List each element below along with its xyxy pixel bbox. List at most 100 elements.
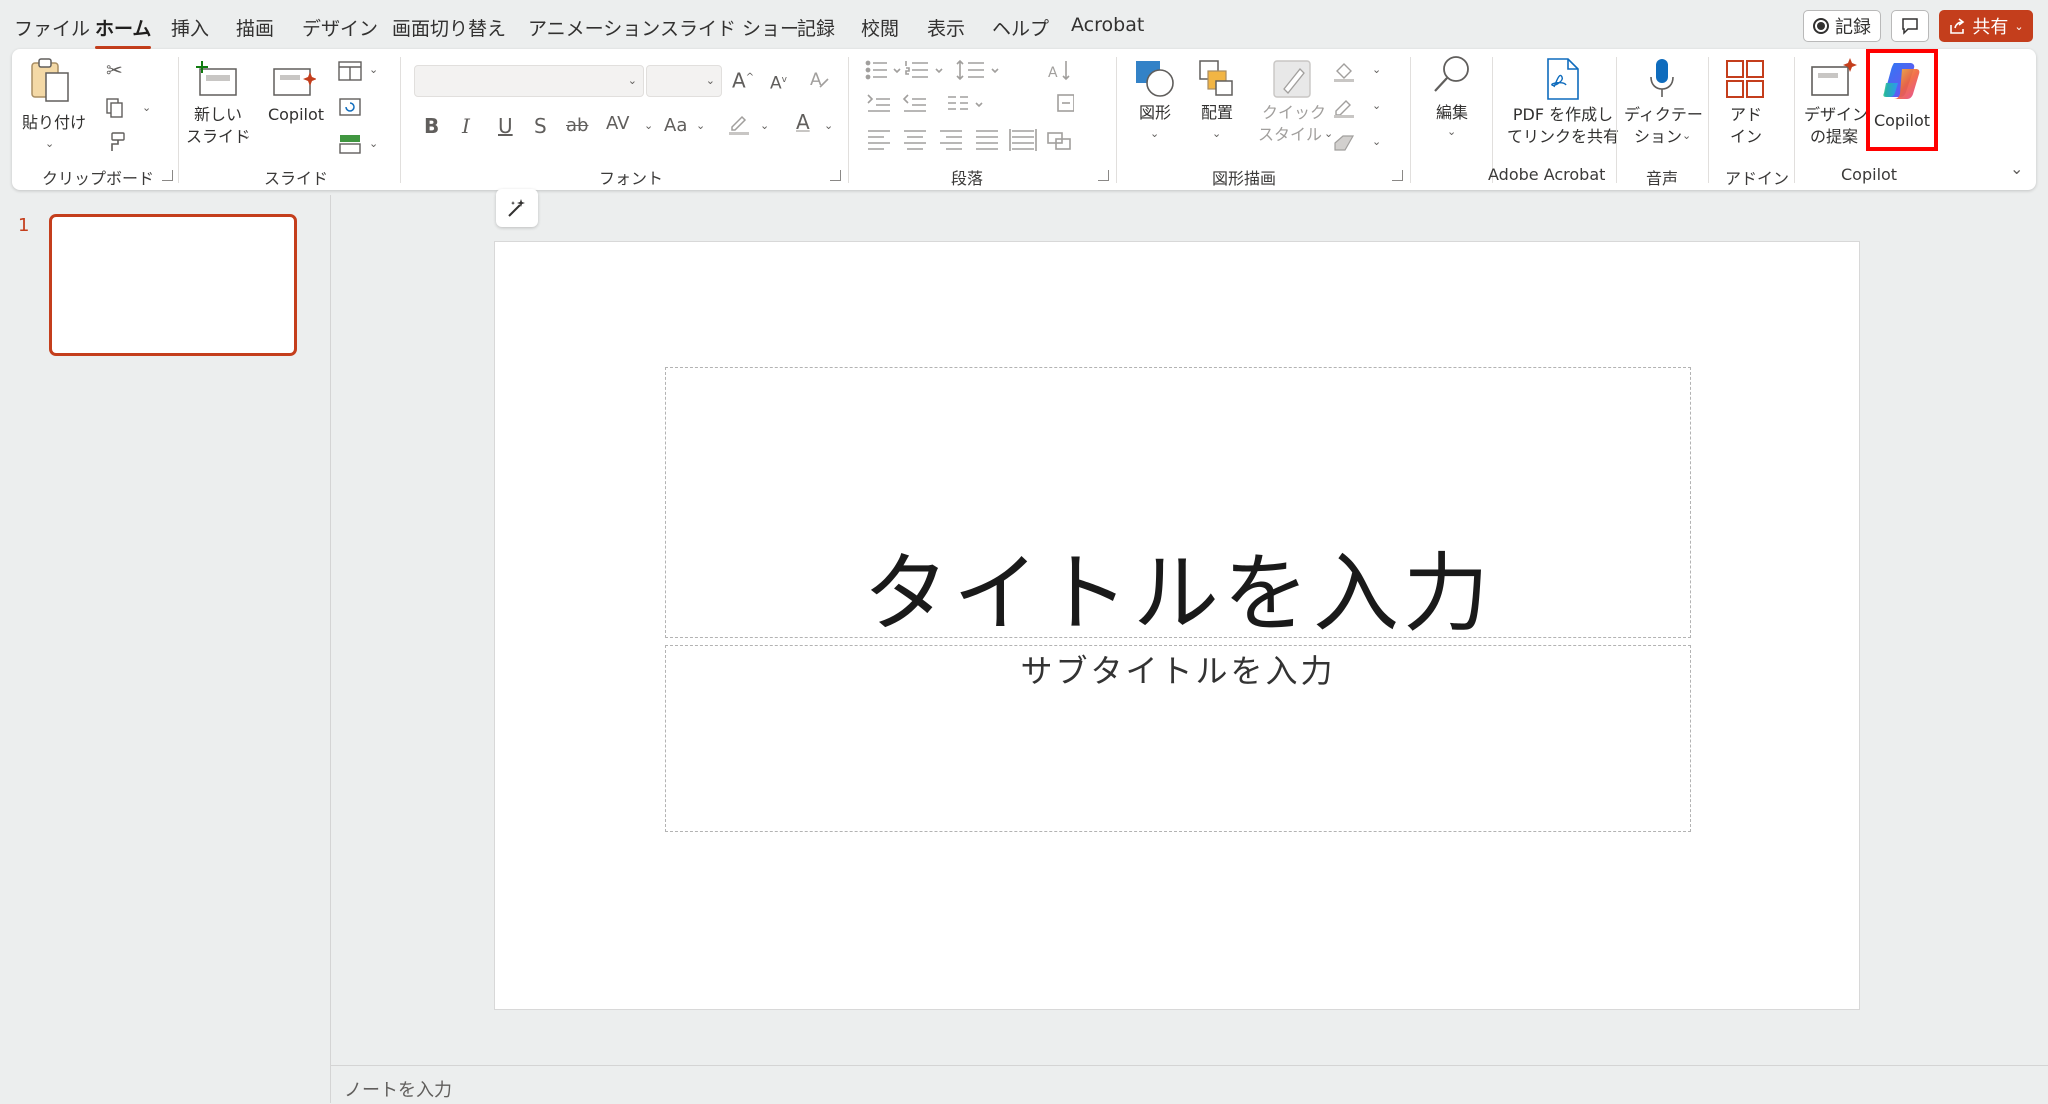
slides-group-label: スライド — [264, 169, 329, 188]
reset-slide-icon[interactable] — [338, 96, 362, 118]
chevron-down-icon: ⌄ — [242, 129, 252, 142]
chevron-down-icon: ⌄ — [45, 137, 55, 150]
addins-button[interactable]: アド イン — [1716, 57, 1776, 157]
font-grow-label: A — [732, 68, 746, 93]
arrange-button[interactable]: 配置 ⌄ — [1192, 57, 1242, 157]
slide-thumbnail[interactable] — [49, 214, 297, 356]
italic-icon[interactable]: I — [462, 115, 470, 137]
chevron-down-icon[interactable]: ⌄ — [824, 119, 833, 132]
comments-button[interactable] — [1891, 10, 1929, 42]
search-icon — [1434, 56, 1469, 92]
designer-quick-button[interactable] — [496, 189, 538, 227]
addins-label-2: イン — [1729, 127, 1762, 146]
share-button[interactable]: 共有 ⌄ — [1939, 10, 2033, 42]
paste-button[interactable]: 貼り付け ⌄ — [22, 57, 87, 157]
numbering-icon — [905, 61, 928, 78]
layout-icon[interactable] — [338, 61, 362, 81]
collapse-ribbon-icon[interactable]: ⌄ — [2010, 159, 2023, 178]
text-shadow-icon[interactable]: S — [534, 115, 547, 137]
editing-button[interactable]: 編集 ⌄ — [1422, 53, 1482, 153]
chevron-down-icon[interactable]: ⌄ — [696, 119, 705, 132]
shape-outline-icon[interactable] — [1332, 97, 1356, 119]
arrange-icon — [1199, 60, 1233, 96]
share-label: 共有 — [1972, 17, 2009, 38]
chevron-down-icon[interactable]: ⌄ — [369, 63, 378, 76]
notes-pane[interactable]: ノートを入力 — [331, 1065, 2048, 1104]
chevron-down-icon: ⌄ — [1212, 127, 1222, 140]
font-color-icon[interactable]: A — [796, 111, 810, 133]
group-divider — [848, 57, 849, 183]
clear-format-icon[interactable]: A — [808, 67, 832, 91]
chevron-down-icon[interactable]: ⌄ — [644, 119, 653, 132]
tab-help[interactable]: ヘルプ — [992, 14, 1049, 41]
chevron-down-icon[interactable]: ⌄ — [1372, 63, 1381, 76]
quick-styles-button[interactable]: クイック スタイル ⌄ — [1256, 57, 1333, 157]
create-pdf-button[interactable]: PDF を作成し てリンクを共有 — [1500, 57, 1626, 157]
tab-home[interactable]: ホーム — [95, 14, 152, 49]
group-divider — [1708, 57, 1709, 183]
paragraph-launcher-icon[interactable] — [1098, 170, 1109, 181]
menu-bar: ファイル ホーム 挿入 描画 デザイン 画面切り替え アニメーション スライド … — [0, 0, 2048, 52]
quick-styles-label-2: スタイル — [1257, 125, 1322, 144]
columns-icon — [948, 96, 968, 110]
justify-icon — [976, 130, 998, 150]
tab-view[interactable]: 表示 — [927, 14, 965, 41]
designer-label-2: の提案 — [1809, 127, 1858, 146]
copy-icon[interactable] — [104, 97, 126, 119]
title-placeholder[interactable]: タイトルを入力 — [665, 367, 1691, 644]
change-case-icon[interactable]: Aa — [664, 115, 687, 137]
designer-button[interactable]: デザイン の提案 — [1804, 57, 1868, 157]
tab-acrobat[interactable]: Acrobat — [1071, 14, 1144, 36]
slides-copilot-button[interactable]: Copilot — [264, 57, 324, 137]
title-placeholder-text: タイトルを入力 — [863, 544, 1493, 644]
chevron-down-icon[interactable]: ⌄ — [369, 137, 378, 150]
tab-file[interactable]: ファイル — [14, 14, 90, 41]
tab-slideshow[interactable]: スライド ショー — [660, 14, 799, 41]
tab-insert[interactable]: 挿入 — [171, 14, 209, 41]
chevron-down-icon[interactable]: ⌄ — [760, 119, 769, 132]
chevron-down-icon[interactable]: ⌄ — [142, 101, 151, 114]
chevron-down-icon[interactable]: ⌄ — [1372, 135, 1381, 148]
chevron-down-icon[interactable]: ⌄ — [1372, 99, 1381, 112]
shape-effects-icon[interactable] — [1332, 133, 1356, 153]
section-icon[interactable] — [338, 133, 362, 155]
slide-canvas[interactable]: タイトルを入力 サブタイトルを入力 — [494, 241, 1860, 1010]
highlight-icon[interactable] — [726, 111, 752, 137]
shape-fill-icon[interactable] — [1332, 61, 1356, 83]
format-painter-icon[interactable] — [104, 131, 126, 153]
dictate-label-1: ディクテー — [1624, 105, 1703, 124]
copilot-button[interactable]: Copilot — [1866, 49, 1938, 151]
underline-icon[interactable]: U — [498, 115, 513, 137]
slides-copilot-label: Copilot — [267, 105, 325, 124]
cut-icon[interactable]: ✂ — [106, 59, 123, 81]
record-button[interactable]: 記録 — [1803, 10, 1881, 42]
tab-design[interactable]: デザイン — [302, 14, 378, 41]
group-divider — [1410, 57, 1411, 183]
shapes-button[interactable]: 図形 ⌄ — [1130, 57, 1180, 157]
new-slide-button[interactable]: 新しい スライド ⌄ — [186, 57, 251, 157]
shapes-icon — [1136, 61, 1174, 97]
tab-record[interactable]: 記録 — [797, 14, 835, 41]
font-launcher-icon[interactable] — [830, 170, 841, 181]
font-name-combo[interactable]: ⌄ — [414, 65, 644, 97]
record-label: 記録 — [1835, 17, 1871, 38]
text-direction-icon: A — [1048, 61, 1070, 81]
paste-label: 貼り付け — [22, 113, 87, 132]
font-shrink-icon[interactable]: Av — [770, 69, 787, 95]
character-spacing-icon[interactable]: AV — [606, 113, 629, 135]
tab-transitions[interactable]: 画面切り替え — [392, 14, 506, 41]
pane-divider[interactable] — [330, 195, 331, 1103]
tab-review[interactable]: 校閲 — [861, 14, 899, 41]
bold-icon[interactable]: B — [424, 115, 439, 137]
strikethrough-icon[interactable]: ab — [566, 115, 588, 137]
tab-animations[interactable]: アニメーション — [528, 14, 660, 41]
dictate-button[interactable]: ディクテー ション ⌄ — [1624, 57, 1703, 157]
editing-label: 編集 — [1435, 103, 1468, 122]
voice-group-label: 音声 — [1646, 169, 1679, 188]
drawing-launcher-icon[interactable] — [1392, 170, 1403, 181]
font-grow-icon[interactable]: A^ — [732, 67, 754, 92]
subtitle-placeholder[interactable]: サブタイトルを入力 — [665, 645, 1691, 832]
font-size-combo[interactable]: ⌄ — [646, 65, 722, 97]
clipboard-launcher-icon[interactable] — [162, 170, 173, 181]
tab-draw[interactable]: 描画 — [236, 14, 274, 41]
